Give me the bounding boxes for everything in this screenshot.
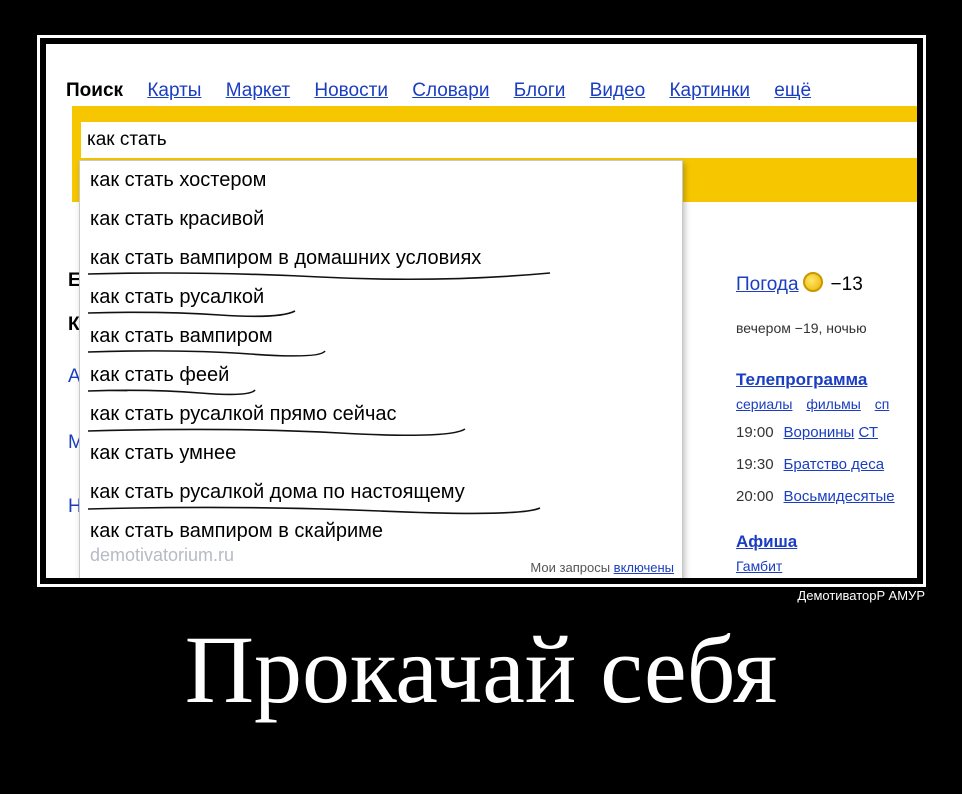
tv-program[interactable]: Восьмидесятые [784,488,895,505]
weather-link[interactable]: Погода [736,274,799,295]
my-queries-enabled-link[interactable]: включены [614,560,674,575]
watermark: demotivatorium.ru [90,545,235,565]
nav-link-maps[interactable]: Карты [147,80,201,101]
tv-time: 19:00 [736,424,774,441]
suggestion-item[interactable]: как стать умнее [90,442,236,465]
tv-row: 20:00 Восьмидесятые [736,488,895,505]
tv-row: 19:00 Воронины СТ [736,424,878,441]
suggestions-dropdown: как стать хостером как стать красивой ка… [79,160,683,578]
underline-mark [87,389,256,396]
nav-link-dictionaries[interactable]: Словари [412,80,489,101]
sun-icon [802,272,823,292]
suggestion-item[interactable]: как стать вампиром в скайриме [90,520,383,543]
nav-link-blogs[interactable]: Блоги [514,80,566,101]
tv-categories: сериалы фильмы сп [736,396,899,412]
underline-mark [87,428,466,437]
caption-title: Прокачай себя [184,616,778,723]
tv-category-series[interactable]: сериалы [736,396,792,412]
my-queries-label: Мои запросы [530,560,611,575]
tv-title-link[interactable]: Телепрограмма [736,370,867,390]
suggestion-item[interactable]: как стать хостером [90,169,266,192]
afisha-title-link[interactable]: Афиша [736,532,797,552]
weather-subtitle: вечером −19, ночью [736,320,867,336]
suggestion-item[interactable]: как стать вампиром [90,325,273,348]
suggestion-item[interactable]: как стать русалкой прямо сейчас [90,403,397,426]
suggestion-item[interactable]: как стать русалкой [90,286,264,309]
nav-link-more[interactable]: ещё [774,80,811,101]
credit-label: ДемотиваторP АМУР [797,588,925,603]
search-input[interactable] [81,122,917,158]
screenshot-area: Поиск Карты Маркет Новости Словари Блоги… [46,44,917,578]
nav-link-images[interactable]: Картинки [669,80,750,101]
suggestion-item[interactable]: как стать феей [90,364,229,387]
nav-link-news[interactable]: Новости [314,80,388,101]
suggestion-item[interactable]: как стать вампиром в домашних условиях [90,247,481,270]
tv-row: 19:30 Братство деса [736,456,884,473]
tv-channel[interactable]: СТ [858,424,878,441]
afisha-item-link[interactable]: Гамбит [736,558,782,574]
nav-search-current: Поиск [66,80,124,101]
suggestion-item[interactable]: как стать красивой [90,208,264,231]
underline-mark [87,272,551,281]
tv-category-sport[interactable]: сп [875,396,890,412]
tv-time: 20:00 [736,488,774,505]
tv-program[interactable]: Воронины [784,424,855,441]
my-queries-footer: Мои запросы включены [530,560,674,575]
weather-temp: −13 [830,274,863,295]
suggestion-item[interactable]: как стать русалкой дома по настоящему [90,481,465,504]
underline-mark [87,506,541,515]
left-peek-2: К [68,314,80,335]
weather-widget: Погода −13 [736,272,863,296]
top-nav: Поиск Карты Маркет Новости Словари Блоги… [66,80,830,102]
tv-program[interactable]: Братство деса [784,456,885,473]
nav-link-video[interactable]: Видео [590,80,646,101]
underline-mark [87,310,296,318]
nav-link-market[interactable]: Маркет [226,80,290,101]
tv-category-films[interactable]: фильмы [806,396,861,412]
underline-mark [87,350,326,357]
tv-time: 19:30 [736,456,774,473]
demotivator-frame: Поиск Карты Маркет Новости Словари Блоги… [37,35,926,587]
